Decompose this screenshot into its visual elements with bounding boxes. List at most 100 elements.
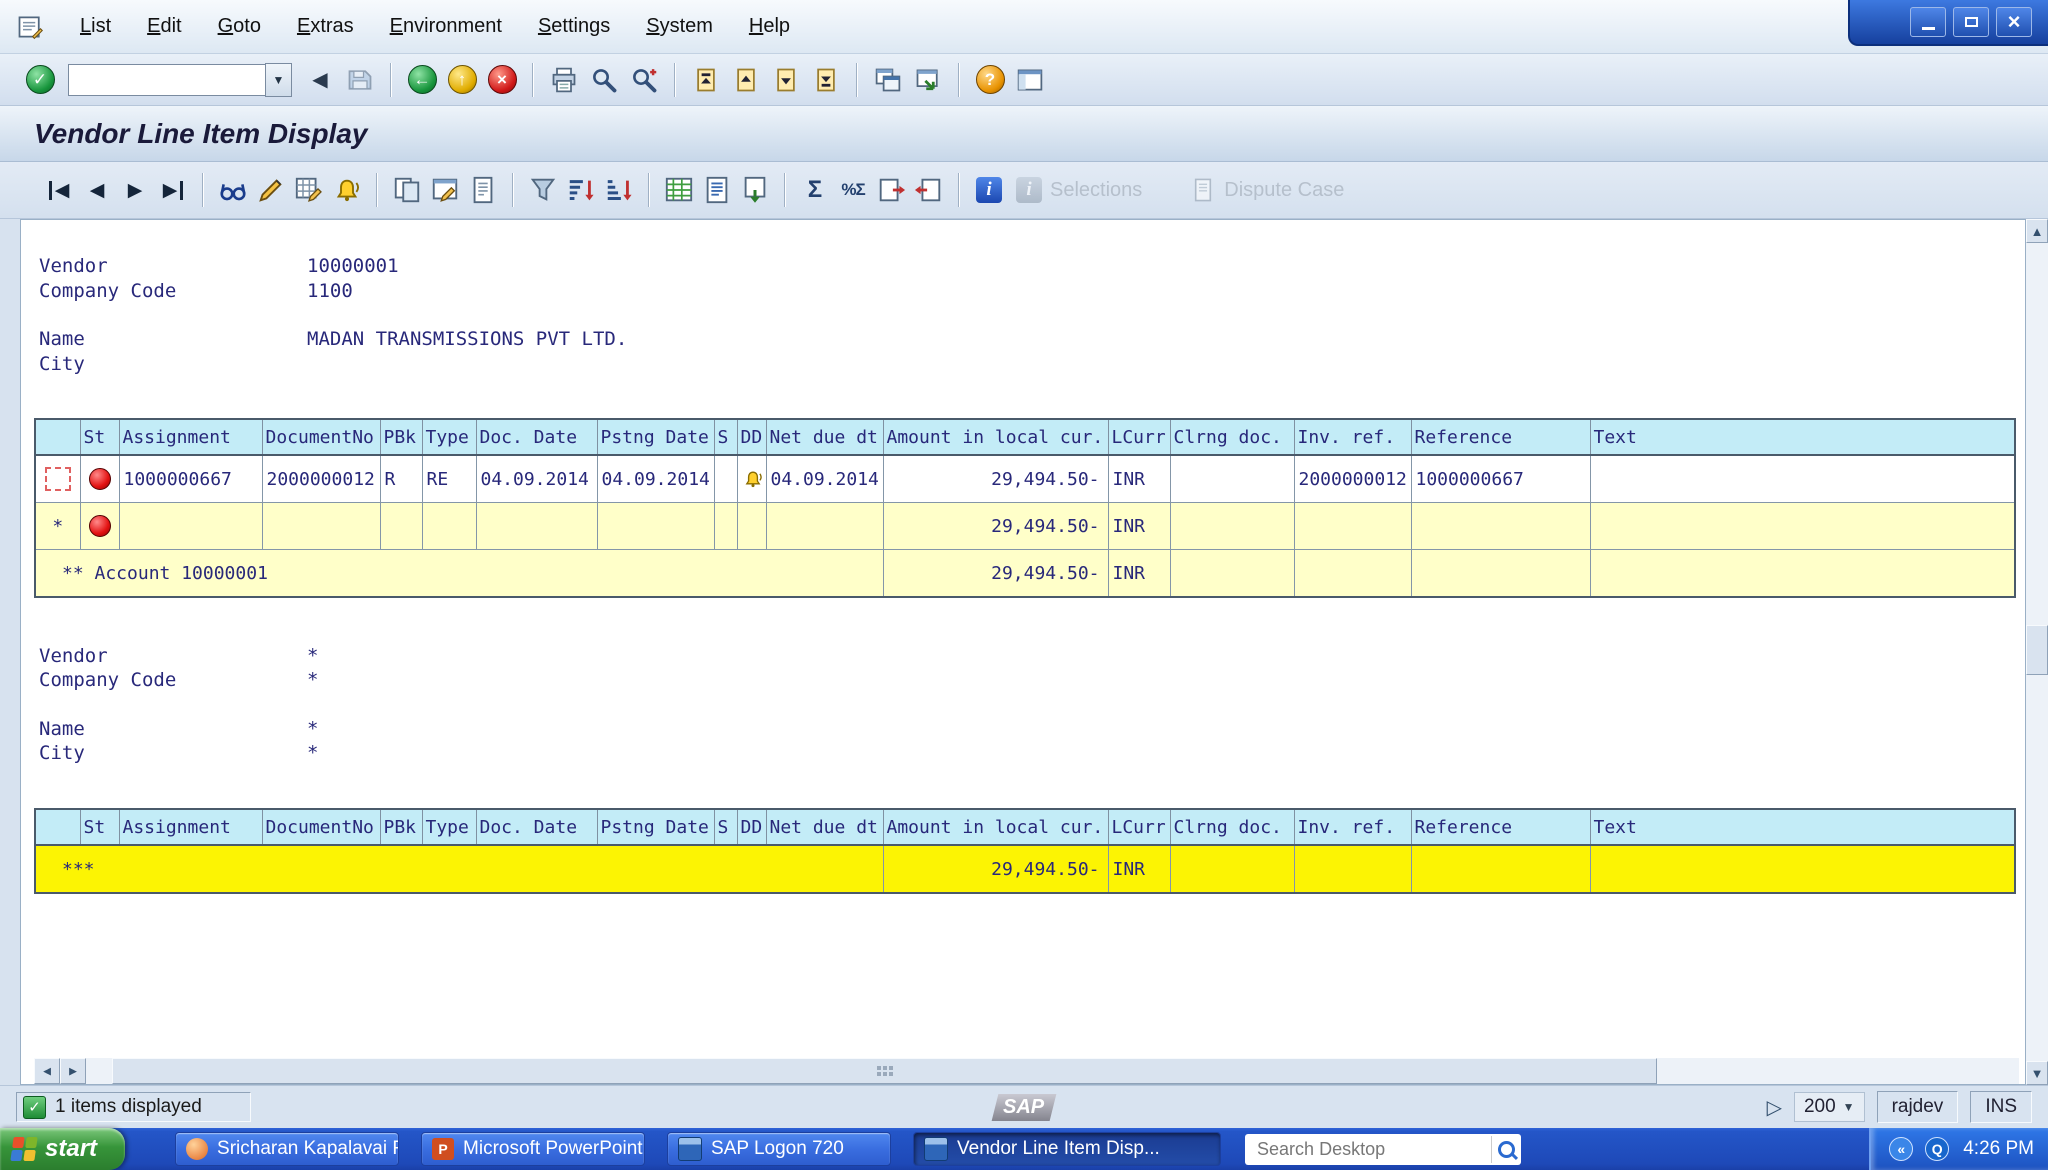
- subtotal-empty-cell[interactable]: [765, 502, 884, 550]
- grand-empty-cell[interactable]: [1169, 844, 1295, 894]
- documentno-cell[interactable]: 2000000012: [261, 454, 381, 503]
- grand-total-amount-cell[interactable]: 29,494.50-: [882, 844, 1109, 894]
- find-next-button[interactable]: [626, 62, 662, 98]
- scroll-up-button[interactable]: ▲: [2026, 219, 2048, 243]
- type-cell[interactable]: RE: [421, 454, 477, 503]
- cancel-button[interactable]: ×: [484, 62, 520, 98]
- print-button[interactable]: [546, 62, 582, 98]
- col-s-header[interactable]: S: [713, 808, 738, 846]
- amount-cell[interactable]: 29,494.50-: [882, 454, 1109, 503]
- subtotal-empty-cell[interactable]: [118, 502, 263, 550]
- col-amount-header[interactable]: Amount in local cur.: [882, 808, 1109, 846]
- subtotal-status-cell[interactable]: [79, 502, 120, 550]
- total-button[interactable]: Σ: [798, 173, 832, 207]
- scrollbar-thumb[interactable]: [2026, 625, 2048, 675]
- previous-item-button[interactable]: ◀: [80, 173, 114, 207]
- tray-app-icon[interactable]: Q: [1925, 1137, 1950, 1161]
- customize-layout-button[interactable]: [1012, 62, 1048, 98]
- system-menu-icon[interactable]: [16, 12, 46, 42]
- taskbar-item-sap-logon[interactable]: SAP Logon 720: [667, 1132, 892, 1166]
- account-total-label-cell[interactable]: ** Account 10000001: [34, 549, 884, 598]
- page-size-select[interactable]: 200 ▼: [1793, 1092, 1865, 1122]
- col-assignment-header[interactable]: Assignment: [118, 418, 263, 456]
- expand-button[interactable]: [874, 173, 908, 207]
- sort-descending-button[interactable]: [602, 173, 636, 207]
- continue-icon[interactable]: ▷: [1767, 1095, 1782, 1120]
- grand-empty-cell[interactable]: [1293, 844, 1412, 894]
- subtotal-empty-cell[interactable]: [1589, 502, 2016, 550]
- taskbar-item-sap-session[interactable]: Vendor Line Item Disp...: [913, 1132, 1222, 1166]
- col-st-header[interactable]: St: [79, 808, 120, 846]
- create-shortcut-button[interactable]: [910, 62, 946, 98]
- col-st-header[interactable]: St: [79, 418, 120, 456]
- menu-extras[interactable]: Extras: [279, 9, 372, 44]
- collapse-button[interactable]: [912, 173, 946, 207]
- sort-ascending-button[interactable]: [564, 173, 598, 207]
- mass-change-button[interactable]: [292, 173, 326, 207]
- col-pstngdate-header[interactable]: Pstng Date: [596, 418, 715, 456]
- text-cell[interactable]: [1589, 454, 2016, 503]
- display-document-button[interactable]: [216, 173, 250, 207]
- document-info-button[interactable]: i: [972, 173, 1006, 207]
- restore-button[interactable]: [1953, 7, 1989, 37]
- subtotal-empty-cell[interactable]: [1293, 502, 1412, 550]
- scrollbar-thumb[interactable]: [112, 1058, 1657, 1084]
- scroll-down-button[interactable]: ▼: [2026, 1061, 2048, 1085]
- change-document-button[interactable]: [254, 173, 288, 207]
- account-empty-cell[interactable]: [1293, 549, 1412, 598]
- start-button[interactable]: start: [0, 1128, 126, 1170]
- col-netduedt-header[interactable]: Net due dt: [765, 808, 884, 846]
- last-page-button[interactable]: [808, 62, 844, 98]
- subtotal-lcurr-cell[interactable]: INR: [1107, 502, 1171, 550]
- col-type-header[interactable]: Type: [421, 418, 477, 456]
- col-reference-header[interactable]: Reference: [1410, 418, 1591, 456]
- desktop-search-button[interactable]: [1491, 1135, 1521, 1163]
- col-assignment-header[interactable]: Assignment: [118, 808, 263, 846]
- col-text-header[interactable]: Text: [1589, 418, 2016, 456]
- subtotal-empty-cell[interactable]: [1169, 502, 1295, 550]
- command-field[interactable]: [68, 63, 265, 96]
- pbk-cell[interactable]: R: [379, 454, 423, 503]
- subtotal-empty-cell[interactable]: [1410, 502, 1591, 550]
- scroll-right-button[interactable]: ▶: [60, 1058, 86, 1084]
- col-invref-header[interactable]: Inv. ref.: [1293, 418, 1412, 456]
- status-cell[interactable]: [79, 454, 120, 503]
- menu-goto[interactable]: Goto: [200, 9, 279, 44]
- col-pbk-header[interactable]: PBk: [379, 808, 423, 846]
- subtotal-empty-cell[interactable]: [421, 502, 477, 550]
- col-amount-header[interactable]: Amount in local cur.: [882, 418, 1109, 456]
- taskbar-item-browser[interactable]: Sricharan Kapalavai R...: [175, 1132, 400, 1166]
- print-preview-button[interactable]: [466, 173, 500, 207]
- first-item-button[interactable]: ◀: [42, 173, 76, 207]
- next-item-button[interactable]: ▶: [118, 173, 152, 207]
- dd-cell[interactable]: [736, 454, 767, 503]
- find-button[interactable]: [586, 62, 622, 98]
- hide-command-field-button[interactable]: ◀: [302, 62, 338, 98]
- col-clrngdoc-header[interactable]: Clrng doc.: [1169, 418, 1295, 456]
- assignment-cell[interactable]: 1000000667: [118, 454, 263, 503]
- subtotal-empty-cell[interactable]: [596, 502, 715, 550]
- account-empty-cell[interactable]: [1169, 549, 1295, 598]
- desktop-search-input[interactable]: [1255, 1137, 1492, 1161]
- last-item-button[interactable]: ▶: [156, 173, 190, 207]
- menu-list[interactable]: List: [62, 9, 129, 44]
- close-button[interactable]: ×: [1996, 7, 2032, 37]
- selections-button[interactable]: i Selections: [1016, 177, 1142, 203]
- col-select-header[interactable]: [34, 418, 81, 456]
- row-select-cell[interactable]: [34, 454, 81, 503]
- set-filter-button[interactable]: [526, 173, 560, 207]
- col-text-header[interactable]: Text: [1589, 808, 2016, 846]
- scrollbar-track[interactable]: [2026, 243, 2048, 1061]
- subtotal-empty-cell[interactable]: [713, 502, 738, 550]
- col-type-header[interactable]: Type: [421, 808, 477, 846]
- col-netduedt-header[interactable]: Net due dt: [765, 418, 884, 456]
- new-session-button[interactable]: [870, 62, 906, 98]
- command-history-dropdown[interactable]: ▼: [265, 62, 292, 97]
- hide-tray-icons-icon[interactable]: «: [1889, 1137, 1914, 1161]
- col-docdate-header[interactable]: Doc. Date: [475, 808, 598, 846]
- spreadsheet-button[interactable]: [662, 173, 696, 207]
- pstngdate-cell[interactable]: 04.09.2014: [596, 454, 715, 503]
- change-layout-button[interactable]: [428, 173, 462, 207]
- col-lcurr-header[interactable]: LCurr: [1107, 418, 1171, 456]
- local-file-button[interactable]: [738, 173, 772, 207]
